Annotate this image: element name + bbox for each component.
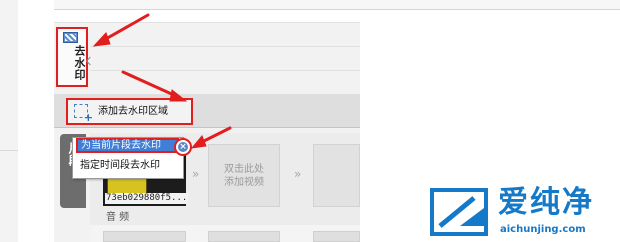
empty-video-slot[interactable]: 双击此处 添加视频 (208, 144, 280, 207)
divider (0, 150, 18, 151)
chevron-right-icon: » (294, 167, 302, 181)
divider (90, 70, 360, 71)
top-frame (54, 0, 620, 10)
audio-slot[interactable] (103, 231, 186, 242)
divider (90, 46, 360, 47)
add-watermark-region-button[interactable]: 添加去水印区域 (66, 98, 193, 125)
add-region-icon (74, 104, 93, 123)
menu-item-remove-time-range[interactable]: 指定时间段去水印 (80, 160, 160, 172)
watermark-icon (63, 32, 78, 43)
empty-video-slot[interactable] (313, 144, 360, 207)
audio-track-header (90, 211, 360, 225)
close-icon: × (178, 142, 188, 152)
chevron-right-icon: » (192, 167, 200, 181)
audio-track-label: 音 频 (106, 212, 130, 223)
menu-item-remove-current-clip[interactable]: 为当前片段去水印 (76, 138, 179, 153)
audio-slot[interactable] (208, 231, 280, 242)
add-watermark-region-label: 添加去水印区域 (98, 106, 168, 117)
audio-slot[interactable] (313, 231, 360, 242)
brand-url: aichunjing.com (500, 224, 586, 235)
left-strip (0, 0, 18, 242)
empty-slot-label: 双击此处 添加视频 (224, 164, 264, 188)
brand-title: 爱纯净 (498, 185, 594, 220)
watermark-remove-tab[interactable]: 去水印 (56, 27, 95, 87)
close-button[interactable]: × (174, 138, 192, 156)
brand-logo-icon (430, 188, 488, 236)
clip-name: 73eb029880f5... (105, 193, 189, 204)
watermark-remove-tab-label: 去水印 (73, 45, 86, 81)
